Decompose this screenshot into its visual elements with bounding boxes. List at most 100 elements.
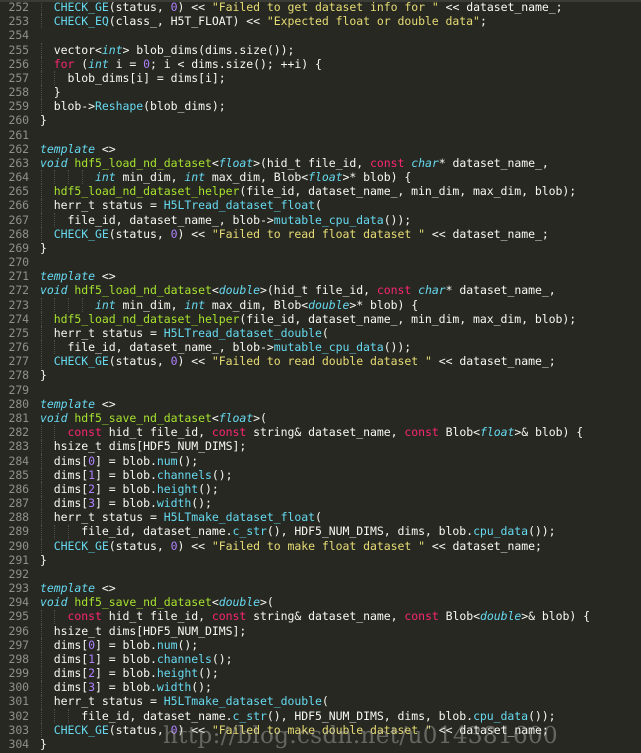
code-line[interactable]: 291}: [0, 552, 641, 567]
code-line[interactable]: 275 herr_t status = H5LTread_dataset_dou…: [0, 325, 641, 341]
code-line[interactable]: 273 int min_dim, int max_dim, Blob<doubl…: [0, 297, 641, 312]
code-line[interactable]: 272 void hdf5_load_nd_dataset<double>(hid…: [0, 283, 641, 298]
code-line[interactable]: 264 int min_dim, int max_dim, Blob<float…: [0, 170, 641, 185]
code-line[interactable]: 281 void hdf5_save_nd_dataset<float>(: [0, 410, 641, 426]
code-line-content[interactable]: [40, 128, 641, 142]
code-line-content[interactable]: dims[3] = blob.width();: [40, 496, 641, 510]
code-line[interactable]: 296 hsize_t dims[HDF5_NUM_DIMS];: [0, 623, 641, 638]
code-line-content[interactable]: file_id, dataset_name.c_str(), HDF5_NUM_…: [40, 709, 641, 723]
code-line[interactable]: 252 CHECK_GE(status, 0) << "Failed to ge…: [0, 0, 641, 15]
code-line-content[interactable]: [40, 28, 641, 42]
code-line-content[interactable]: dims[3] = blob.width();: [40, 680, 641, 694]
code-line-content[interactable]: vector<int> blob_dims(dims.size());: [40, 43, 641, 57]
code-line-content[interactable]: }: [40, 368, 641, 382]
code-line-content[interactable]: int min_dim, int max_dim, Blob<double>* …: [40, 298, 641, 312]
code-line-content[interactable]: template <>: [40, 269, 641, 283]
code-line-content[interactable]: void hdf5_load_nd_dataset<float>(hid_t f…: [40, 156, 641, 170]
code-line-content[interactable]: }: [40, 553, 641, 567]
code-line-content[interactable]: [40, 255, 641, 269]
code-line-content[interactable]: hdf5_load_nd_dataset_helper(file_id, dat…: [40, 184, 641, 198]
code-line[interactable]: 260}: [0, 113, 641, 128]
code-line-content[interactable]: file_id, dataset_name.c_str(), HDF5_NUM_…: [40, 524, 641, 538]
code-line[interactable]: 277 CHECK_GE(status, 0) << "Failed to re…: [0, 354, 641, 369]
code-line[interactable]: 271 template <>: [0, 269, 641, 284]
code-line[interactable]: 290 CHECK_GE(status, 0) << "Failed to ma…: [0, 538, 641, 553]
code-line[interactable]: 265 hdf5_load_nd_dataset_helper(file_id,…: [0, 184, 641, 199]
code-lines-container[interactable]: 252 CHECK_GE(status, 0) << "Failed to ge…: [0, 0, 641, 753]
code-line[interactable]: 294 void hdf5_save_nd_dataset<double>(: [0, 595, 641, 610]
code-line[interactable]: 259 blob->Reshape(blob_dims);: [0, 99, 641, 114]
code-line-content[interactable]: CHECK_GE(status, 0) << "Failed to read f…: [40, 227, 641, 241]
code-line-content[interactable]: void hdf5_save_nd_dataset<float>(: [40, 411, 641, 425]
code-line-content[interactable]: template <>: [40, 142, 641, 156]
code-line-content[interactable]: const hid_t file_id, const string& datas…: [40, 609, 641, 623]
code-line-content[interactable]: dims[1] = blob.channels();: [40, 652, 641, 666]
code-line-content[interactable]: [40, 383, 641, 397]
code-line-content[interactable]: const hid_t file_id, const string& datas…: [40, 425, 641, 439]
code-line-content[interactable]: blob_dims[i] = dims[i];: [40, 71, 641, 85]
code-line-content[interactable]: dims[2] = blob.height();: [40, 482, 641, 496]
code-line-content[interactable]: herr_t status = H5LTmake_dataset_float(: [40, 510, 641, 524]
code-line-content[interactable]: void hdf5_load_nd_dataset<double>(hid_t …: [40, 283, 641, 297]
code-line[interactable]: 270: [0, 255, 641, 270]
code-line-content[interactable]: hsize_t dims[HDF5_NUM_DIMS];: [40, 624, 641, 638]
code-line[interactable]: 300 dims[3] = blob.width();: [0, 680, 641, 695]
code-line[interactable]: 302 file_id, dataset_name.c_str(), HDF5_…: [0, 708, 641, 723]
code-line[interactable]: 299 dims[2] = blob.height();: [0, 666, 641, 681]
code-line[interactable]: 278}: [0, 368, 641, 383]
code-line[interactable]: 282 const hid_t file_id, const string& d…: [0, 425, 641, 440]
code-line-content[interactable]: CHECK_GE(status, 0) << "Failed to get da…: [40, 0, 641, 14]
code-line[interactable]: 293 template <>: [0, 581, 641, 596]
code-line-content[interactable]: }: [40, 113, 641, 127]
code-line[interactable]: 274 hdf5_load_nd_dataset_helper(file_id,…: [0, 311, 641, 326]
code-editor[interactable]: 252 CHECK_GE(status, 0) << "Failed to ge…: [0, 0, 641, 753]
code-line-content[interactable]: [40, 567, 641, 581]
code-line[interactable]: 288 herr_t status = H5LTmake_dataset_flo…: [0, 510, 641, 525]
code-line[interactable]: 286 dims[2] = blob.height();: [0, 481, 641, 497]
code-line[interactable]: 258 }: [0, 85, 641, 100]
code-line[interactable]: 262 template <>: [0, 141, 641, 156]
code-line-content[interactable]: hdf5_load_nd_dataset_helper(file_id, dat…: [40, 312, 641, 326]
code-line[interactable]: 301 herr_t status = H5LTmake_dataset_dou…: [0, 694, 641, 709]
code-line[interactable]: 284 dims[0] = blob.num();: [0, 453, 641, 468]
code-line-content[interactable]: CHECK_EQ(class_, H5T_FLOAT) << "Expected…: [40, 14, 641, 28]
code-line[interactable]: 287 dims[3] = blob.width();: [0, 496, 641, 511]
code-line-content[interactable]: }: [40, 241, 641, 255]
code-line-content[interactable]: herr_t status = H5LTread_dataset_double(: [40, 326, 641, 340]
code-line[interactable]: 292: [0, 566, 641, 582]
code-line-content[interactable]: dims[0] = blob.num();: [40, 454, 641, 468]
code-line[interactable]: 256 for (int i = 0; i < dims.size(); ++i…: [0, 56, 641, 71]
code-line-content[interactable]: CHECK_GE(status, 0) << "Failed to make f…: [40, 539, 641, 553]
code-line[interactable]: 289 file_id, dataset_name.c_str(), HDF5_…: [0, 524, 641, 539]
code-line[interactable]: 295 const hid_t file_id, const string& d…: [0, 609, 641, 624]
code-line-content[interactable]: template <>: [40, 581, 641, 595]
code-line-content[interactable]: }: [40, 85, 641, 99]
code-line-content[interactable]: blob->Reshape(blob_dims);: [40, 99, 641, 113]
code-line[interactable]: 267 file_id, dataset_name_, blob->mutabl…: [0, 212, 641, 227]
code-line-content[interactable]: dims[0] = blob.num();: [40, 638, 641, 652]
code-line-content[interactable]: dims[1] = blob.channels();: [40, 468, 641, 482]
code-line[interactable]: 283 hsize_t dims[HDF5_NUM_DIMS];: [0, 439, 641, 454]
code-line[interactable]: 276 file_id, dataset_name_, blob->mutabl…: [0, 340, 641, 355]
code-line[interactable]: 257 blob_dims[i] = dims[i];: [0, 70, 641, 86]
code-line[interactable]: 266 herr_t status = H5LTread_dataset_flo…: [0, 198, 641, 213]
code-line[interactable]: 280 template <>: [0, 396, 641, 411]
code-line-content[interactable]: file_id, dataset_name_, blob->mutable_cp…: [40, 213, 641, 227]
code-line-content[interactable]: herr_t status = H5LTmake_dataset_double(: [40, 694, 641, 708]
code-line-content[interactable]: void hdf5_save_nd_dataset<double>(: [40, 595, 641, 609]
code-line[interactable]: 268 CHECK_GE(status, 0) << "Failed to re…: [0, 226, 641, 241]
code-line[interactable]: 253 CHECK_EQ(class_, H5T_FLOAT) << "Expe…: [0, 14, 641, 29]
code-line[interactable]: 263 void hdf5_load_nd_dataset<float>(hid_…: [0, 155, 641, 171]
code-line[interactable]: 269}: [0, 240, 641, 256]
code-line[interactable]: 279: [0, 382, 641, 397]
code-line-content[interactable]: CHECK_GE(status, 0) << "Failed to read d…: [40, 354, 641, 368]
code-line[interactable]: 297 dims[0] = blob.num();: [0, 637, 641, 652]
code-line-content[interactable]: dims[2] = blob.height();: [40, 666, 641, 680]
code-line[interactable]: 298 dims[1] = blob.channels();: [0, 651, 641, 667]
code-line[interactable]: 261: [0, 127, 641, 142]
code-line[interactable]: 254: [0, 28, 641, 43]
code-line-content[interactable]: file_id, dataset_name_, blob->mutable_cp…: [40, 340, 641, 354]
code-line-content[interactable]: int min_dim, int max_dim, Blob<float>* b…: [40, 170, 641, 184]
code-line-content[interactable]: herr_t status = H5LTread_dataset_float(: [40, 198, 641, 212]
code-line[interactable]: 255 vector<int> blob_dims(dims.size());: [0, 42, 641, 57]
